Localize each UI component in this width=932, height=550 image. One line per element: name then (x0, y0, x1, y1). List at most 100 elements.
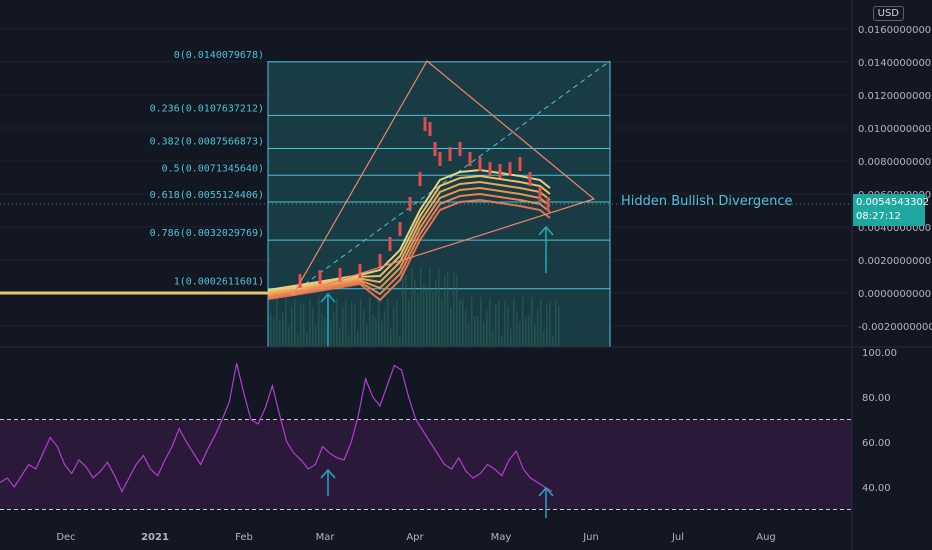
volume-bar (498, 301, 500, 347)
price-axis-label: 0.0120000000 (858, 91, 931, 102)
date-axis-label: Feb (235, 532, 253, 543)
price-axis-label: 0.0000000000 (858, 289, 931, 300)
volume-bar (438, 268, 440, 347)
volume-bar (279, 319, 281, 347)
price-candle (318, 270, 322, 284)
price-axis-label: 0.0100000000 (858, 124, 931, 135)
price-candle (423, 117, 427, 131)
volume-bar (444, 275, 446, 347)
volume-bar (333, 311, 335, 347)
fib-level-label: 1(0.0002611601) (174, 277, 264, 288)
currency-badge[interactable]: USD (872, 6, 904, 21)
volume-bar (501, 336, 503, 347)
price-axis-label: 0.0080000000 (858, 157, 931, 168)
price-candle (388, 237, 392, 251)
volume-bar (531, 297, 533, 347)
volume-bar (270, 313, 272, 347)
price-candle (433, 142, 437, 156)
volume-bar (435, 280, 437, 347)
volume-bar (552, 335, 554, 347)
volume-bar (414, 279, 416, 347)
volume-bar (399, 336, 401, 347)
volume-bar (354, 304, 356, 347)
volume-bar (528, 315, 530, 347)
volume-bar (288, 326, 290, 347)
price-candle (478, 157, 482, 171)
volume-bar (363, 308, 365, 347)
price-candle (448, 147, 452, 161)
rsi-axis-label: 100.00 (862, 348, 897, 359)
hidden-bullish-divergence-label: Hidden Bullish Divergence (621, 194, 792, 209)
volume-bar (387, 298, 389, 347)
volume-bar (462, 298, 464, 347)
volume-bar (372, 314, 374, 347)
volume-bar (297, 334, 299, 347)
fib-level-label: 0.382(0.0087566873) (150, 137, 264, 148)
volume-bar (291, 306, 293, 347)
chart-canvas: 0(0.0140079678) 0.236(0.0107637212) 0.382(… (0, 0, 932, 550)
volume-bar (447, 271, 449, 347)
volume-bar (339, 327, 341, 347)
volume-bar (492, 330, 494, 347)
volume-bar (312, 308, 314, 347)
volume-bar (303, 303, 305, 347)
volume-bar (315, 324, 317, 347)
date-axis-label: Apr (406, 532, 424, 543)
volume-bar (417, 293, 419, 347)
rsi-band (0, 419, 852, 510)
volume-bar (348, 335, 350, 347)
volume-bar (468, 322, 470, 347)
volume-bar (351, 302, 353, 347)
volume-bar (300, 302, 302, 347)
price-panel: 0(0.0140079678) 0.236(0.0107637212) 0.382(… (0, 28, 852, 347)
volume-bar (537, 309, 539, 347)
volume-bar (375, 317, 377, 347)
volume-bar (423, 285, 425, 347)
price-candle (458, 142, 462, 156)
volume-bar (309, 299, 311, 347)
price-candle (518, 157, 522, 171)
volume-bar (480, 297, 482, 347)
volume-bar (393, 305, 395, 347)
volume-bar (513, 298, 515, 347)
rsi-axis-label: 40.00 (862, 483, 891, 494)
volume-bar (516, 310, 518, 347)
volume-bar (474, 316, 476, 347)
volume-bar (390, 328, 392, 347)
last-price-tag: 0.0054543302 08:27:12 (853, 194, 930, 226)
volume-bar (369, 297, 371, 347)
volume-bar (282, 312, 284, 347)
volume-bar (465, 310, 467, 347)
date-axis-label: Jul (671, 532, 684, 543)
price-candle (508, 162, 512, 176)
volume-bar (357, 331, 359, 347)
price-candle (418, 172, 422, 186)
volume-bar (549, 301, 551, 347)
volume-bar (510, 328, 512, 347)
price-axis-label: 0.0020000000 (858, 256, 931, 267)
price-candle (358, 264, 362, 278)
volume-bar (519, 321, 521, 347)
price-axis-label: 0.0140000000 (858, 58, 931, 69)
volume-bar (318, 297, 320, 347)
volume-bar (342, 306, 344, 347)
volume-bar (273, 318, 275, 347)
volume-bar (459, 299, 461, 347)
price-candle (468, 152, 472, 166)
rsi-axis-label: 80.00 (862, 393, 891, 404)
fib-level-label: 0.5(0.0071345640) (162, 163, 264, 174)
price-axis-label: -0.0020000000 (858, 322, 932, 333)
volume-bar (483, 322, 485, 347)
volume-bar (504, 300, 506, 347)
volume-bar (405, 274, 407, 347)
fib-level-label: 0(0.0140079678) (174, 50, 264, 61)
fib-level-label: 0.618(0.0055124406) (150, 190, 264, 201)
volume-bar (324, 317, 326, 347)
volume-bar (306, 332, 308, 347)
volume-bar (276, 297, 278, 347)
volume-bar (450, 306, 452, 347)
volume-bar (420, 267, 422, 347)
last-price-value: 0.0054543302 (856, 197, 930, 208)
volume-bar (408, 300, 410, 347)
date-axis-label: Dec (56, 532, 75, 543)
